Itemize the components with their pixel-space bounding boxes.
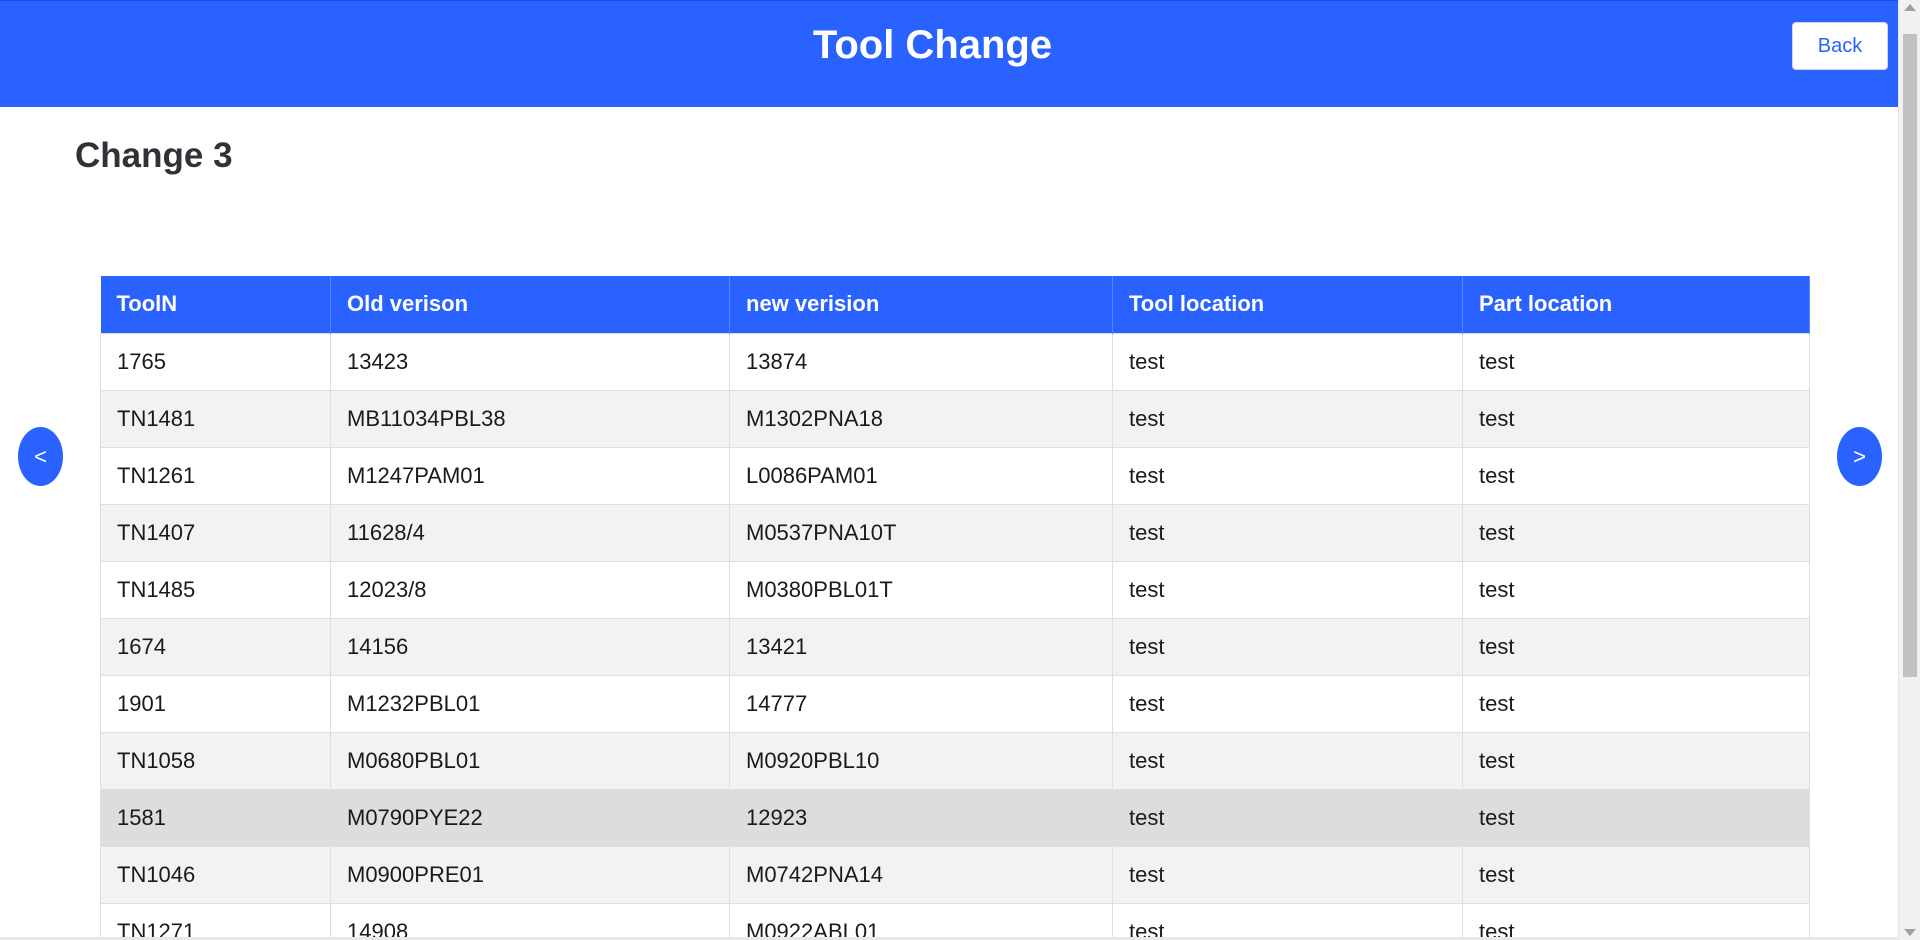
table-row[interactable]: TN1485 12023/8 M0380PBL01T test test — [100, 560, 1810, 619]
cell-part-location: test — [1462, 617, 1810, 676]
cell-part-location: test — [1462, 788, 1810, 847]
cell-new-version: 13421 — [729, 617, 1113, 676]
cell-tooln: TN1261 — [100, 446, 331, 505]
table-row[interactable]: TN1481 MB11034PBL38 M1302PNA18 test test — [100, 389, 1810, 448]
cell-new-version: 13874 — [729, 332, 1113, 391]
cell-new-version: 14777 — [729, 674, 1113, 733]
cell-tooln: 1901 — [100, 674, 331, 733]
scroll-thumb[interactable] — [1903, 34, 1917, 677]
cell-tool-location: test — [1112, 332, 1463, 391]
cell-part-location: test — [1462, 389, 1810, 448]
cell-tooln: TN1485 — [100, 560, 331, 619]
cell-tooln: TN1046 — [100, 845, 331, 904]
cell-tool-location: test — [1112, 617, 1463, 676]
cell-tool-location: test — [1112, 560, 1463, 619]
cell-tool-location: test — [1112, 788, 1463, 847]
cell-new-version: M0920PBL10 — [729, 731, 1113, 790]
cell-tool-location: test — [1112, 503, 1463, 562]
previous-change-button[interactable]: < — [18, 427, 63, 486]
table-header-row: ToolN Old verison new verision Tool loca… — [100, 276, 1810, 333]
cell-old-version: 14156 — [330, 617, 730, 676]
cell-tooln: 1581 — [100, 788, 331, 847]
cell-old-version: 12023/8 — [330, 560, 730, 619]
table-row[interactable]: 1765 13423 13874 test test — [100, 332, 1810, 391]
back-button[interactable]: Back — [1792, 22, 1888, 70]
tool-change-table: ToolN Old verison new verision Tool loca… — [100, 276, 1810, 940]
cell-tooln: TN1481 — [100, 389, 331, 448]
table-row[interactable]: TN1058 M0680PBL01 M0920PBL10 test test — [100, 731, 1810, 790]
cell-new-version: L0086PAM01 — [729, 446, 1113, 505]
cell-part-location: test — [1462, 446, 1810, 505]
cell-old-version: 13423 — [330, 332, 730, 391]
cell-part-location: test — [1462, 503, 1810, 562]
cell-old-version: M0790PYE22 — [330, 788, 730, 847]
vertical-scrollbar[interactable] — [1898, 0, 1920, 940]
cell-new-version: M0537PNA10T — [729, 503, 1113, 562]
cell-new-version: M0380PBL01T — [729, 560, 1113, 619]
column-header-new-version: new verision — [729, 276, 1113, 333]
cell-tool-location: test — [1112, 845, 1463, 904]
cell-tooln: 1765 — [100, 332, 331, 391]
tool-change-page: Tool Change Back Change 3 < ToolN Old ve… — [0, 0, 1920, 940]
cell-tool-location: test — [1112, 674, 1463, 733]
table-row[interactable]: 1901 M1232PBL01 14777 test test — [100, 674, 1810, 733]
column-header-part-location: Part location — [1462, 276, 1810, 333]
cell-tool-location: test — [1112, 731, 1463, 790]
cell-tooln: TN1058 — [100, 731, 331, 790]
table-row[interactable]: TN1046 M0900PRE01 M0742PNA14 test test — [100, 845, 1810, 904]
cell-tooln: TN1407 — [100, 503, 331, 562]
cell-old-version: M0680PBL01 — [330, 731, 730, 790]
cell-tooln: 1674 — [100, 617, 331, 676]
column-header-tool-location: Tool location — [1112, 276, 1463, 333]
cell-old-version: M0900PRE01 — [330, 845, 730, 904]
scroll-up-arrow-icon[interactable] — [1904, 4, 1916, 11]
table-body: 1765 13423 13874 test test TN1481 MB11034PBL38… — [100, 332, 1810, 940]
cell-new-version: M1302PNA18 — [729, 389, 1113, 448]
cell-old-version: M1247PAM01 — [330, 446, 730, 505]
cell-part-location: test — [1462, 902, 1810, 940]
table-row[interactable]: TN1407 11628/4 M0537PNA10T test test — [100, 503, 1810, 562]
cell-old-version: 14908 — [330, 902, 730, 940]
cell-part-location: test — [1462, 332, 1810, 391]
column-header-old-version: Old verison — [330, 276, 730, 333]
table-row[interactable]: TN1271 14908 M0922ABL01 test test — [100, 902, 1810, 940]
table-row[interactable]: 1674 14156 13421 test test — [100, 617, 1810, 676]
cell-old-version: M1232PBL01 — [330, 674, 730, 733]
tool-change-table-container: ToolN Old verison new verision Tool loca… — [100, 276, 1810, 940]
cell-old-version: MB11034PBL38 — [330, 389, 730, 448]
cell-new-version: M0922ABL01 — [729, 902, 1113, 940]
cell-tool-location: test — [1112, 389, 1463, 448]
cell-new-version: 12923 — [729, 788, 1113, 847]
table-row[interactable]: 1581 M0790PYE22 12923 test test — [100, 788, 1810, 847]
page-title: Tool Change — [812, 23, 1053, 67]
cell-new-version: M0742PNA14 — [729, 845, 1113, 904]
app-header: Tool Change Back — [0, 0, 1898, 107]
cell-part-location: test — [1462, 845, 1810, 904]
cell-part-location: test — [1462, 731, 1810, 790]
table-row[interactable]: TN1261 M1247PAM01 L0086PAM01 test test — [100, 446, 1810, 505]
cell-part-location: test — [1462, 674, 1810, 733]
column-header-tooln: ToolN — [100, 276, 331, 333]
cell-tool-location: test — [1112, 446, 1463, 505]
cell-tool-location: test — [1112, 902, 1463, 940]
scroll-down-arrow-icon[interactable] — [1904, 929, 1916, 936]
cell-tooln: TN1271 — [100, 902, 331, 940]
next-change-button[interactable]: > — [1837, 427, 1882, 486]
cell-old-version: 11628/4 — [330, 503, 730, 562]
cell-part-location: test — [1462, 560, 1810, 619]
change-title: Change 3 — [75, 136, 233, 175]
